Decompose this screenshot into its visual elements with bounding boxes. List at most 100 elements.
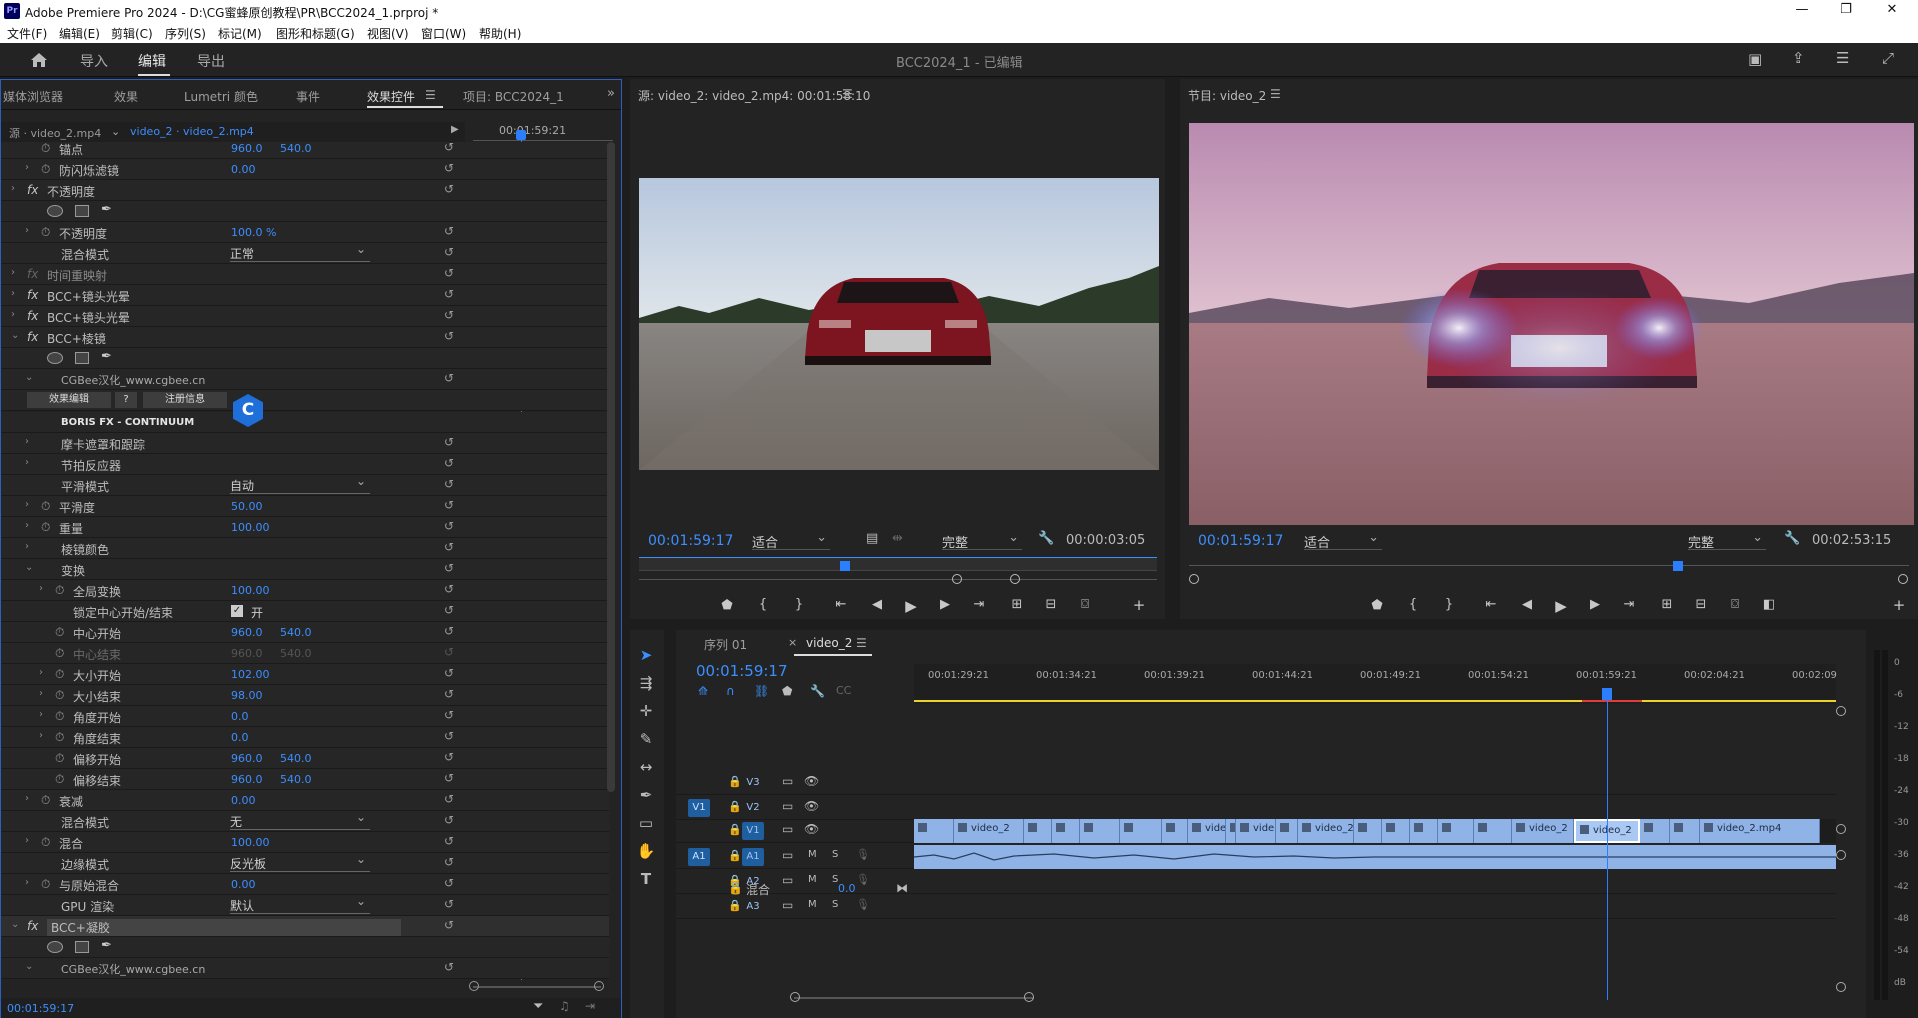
timeline-clip[interactable]: vide [1188,819,1226,843]
a1-audio-clip[interactable] [913,845,1836,869]
effect-row[interactable]: › ⏱ 平滑度 50.00 ↺ [1,496,609,517]
twirl-icon[interactable]: › [25,877,29,888]
drag-audio-icon[interactable]: ⇹ [892,531,903,546]
twirl-icon[interactable]: › [39,709,43,720]
menu-file[interactable]: 文件(F) [7,25,47,42]
step-forward-icon[interactable]: ▶ [936,597,954,612]
add-marker-icon[interactable]: ⬟ [718,598,736,613]
razor-tool-icon[interactable]: ✎ [636,730,656,748]
track-eye-icon[interactable]: 👁 [804,822,819,836]
filter-icon[interactable]: ⏷ [533,999,543,1014]
property-value-y[interactable]: 540.0 [280,647,312,660]
reset-icon[interactable]: ↺ [444,687,454,701]
reset-icon[interactable]: ↺ [444,456,454,470]
reset-icon[interactable]: ↺ [444,729,454,743]
source-fit-dropdown[interactable]: 适合 [752,530,830,551]
effect-row[interactable]: ✒ [1,937,609,958]
tab-edit[interactable]: 编辑 [138,51,166,71]
property-value[interactable]: 0.00 [231,794,256,807]
track-name-button[interactable]: V1 [742,822,764,840]
reset-icon[interactable]: ↺ [444,813,454,827]
timeline-clip[interactable] [1640,819,1670,843]
tab-project[interactable]: 项目: BCC2024_1 [463,88,564,105]
scroll-handle-left[interactable] [469,981,479,991]
rectangle-mask-icon[interactable] [75,352,89,364]
timeline-clip[interactable] [1120,819,1162,843]
snap-icon[interactable]: ∩ [726,684,735,698]
captions-icon[interactable]: CC [836,684,851,697]
fx-badge-icon[interactable]: fx [27,267,38,281]
property-value[interactable]: 100.0 % [231,226,276,239]
track-sync-icon[interactable]: ▭ [782,774,793,788]
reset-icon[interactable]: ↺ [444,855,454,869]
property-value[interactable]: 100.00 [231,584,270,597]
program-menu-icon[interactable]: ☰ [1270,87,1281,101]
source-playhead[interactable] [840,561,850,571]
property-value[interactable]: 960.0 [231,626,263,639]
twirl-icon[interactable]: › [25,835,29,846]
twirl-icon[interactable]: › [25,541,29,552]
reset-icon[interactable]: ↺ [444,142,454,154]
timeline-clip[interactable]: video_2 [1298,819,1354,843]
track-lock-icon[interactable]: 🔒 [728,775,742,788]
timeline-clip[interactable]: vide [1236,819,1276,843]
program-mark-in-icon[interactable]: { [1404,597,1422,612]
twirl-icon[interactable]: › [25,162,29,173]
program-zoom-handle-left[interactable] [1189,574,1199,584]
reset-icon[interactable]: ↺ [444,519,454,533]
timeline-clip[interactable] [1024,819,1052,843]
track-solo-button[interactable]: S [832,899,838,910]
selection-tool-icon[interactable]: ➤ [636,646,656,664]
effect-row[interactable]: › fx BCC+镜头光晕 ↺ [1,285,609,306]
effect-row[interactable]: › ⏱ 角度结束 0.0 ↺ [1,727,609,748]
property-dropdown[interactable]: 自动 [230,474,370,494]
effect-row[interactable]: ✒ [1,201,609,222]
help-button[interactable]: ? [115,392,137,408]
property-value[interactable]: 50.00 [231,500,263,513]
twirl-icon[interactable]: › [25,499,29,510]
stopwatch-icon[interactable]: ⏱ [41,793,50,808]
effect-editor-button[interactable]: 效果编辑 [27,392,111,408]
mini-playhead-handle[interactable] [516,130,526,140]
track-voiceover-icon[interactable]: 🎙 [856,848,870,861]
effect-row[interactable]: › ⏱ 角度开始 0.0 ↺ [1,706,609,727]
reset-icon[interactable]: ↺ [444,540,454,554]
reset-icon[interactable]: ↺ [444,561,454,575]
extract-icon[interactable]: ⊟ [1692,597,1710,612]
step-back-icon[interactable]: ◀ [868,597,886,612]
effect-row[interactable]: › ⏱ 大小开始 102.00 ↺ [1,664,609,685]
reset-icon[interactable]: ↺ [444,582,454,596]
property-value-y[interactable]: 540.0 [280,142,312,155]
stopwatch-icon[interactable]: ⏱ [41,877,50,892]
share-icon[interactable]: ⇪ [1792,49,1805,67]
mix-volume-value[interactable]: 0.0 [838,882,856,895]
pen-mask-icon[interactable]: ✒ [101,349,112,364]
effect-row[interactable]: › ⏱ 大小结束 98.00 ↺ [1,685,609,706]
play-icon[interactable]: ▶ [902,597,920,615]
track-eye-icon[interactable]: 👁 [804,799,819,813]
source-zoom-handle-right[interactable] [1010,574,1020,584]
timeline-playhead-handle[interactable] [1602,688,1612,700]
track-lock-icon[interactable]: 🔒 [728,800,742,813]
property-value[interactable]: 0.00 [231,878,256,891]
quick-export-icon[interactable]: ▣ [1748,50,1762,68]
stopwatch-icon[interactable]: ⏱ [41,142,50,156]
effect-row[interactable]: 混合模式 正常 ↺ [1,242,609,264]
menu-edit[interactable]: 编辑(E) [59,25,100,42]
reset-icon[interactable]: ↺ [444,897,454,911]
stopwatch-icon[interactable]: ⏱ [55,730,64,745]
twirl-icon[interactable]: › [11,183,15,194]
timeline-menu-icon[interactable]: ☰ [856,636,867,650]
close-icon[interactable]: ✕ [1872,2,1912,17]
effect-row[interactable]: ⌄ fx BCC+棱镜 ↺ [1,327,609,348]
insert-icon[interactable]: ⊞ [1008,597,1026,612]
track-mute-button[interactable]: M [808,849,817,860]
timeline-clip[interactable] [1438,819,1474,843]
hscroll-handle-left[interactable] [790,992,800,1002]
reset-icon[interactable]: ↺ [444,603,454,617]
twirl-icon[interactable]: › [25,225,29,236]
effect-row[interactable]: › 棱镜颜色 ↺ [1,538,609,559]
program-step-back-icon[interactable]: ◀ [1518,597,1536,612]
workspace-menu-icon[interactable]: ☰ [1836,49,1849,67]
track-sync-icon[interactable]: ▭ [782,898,793,912]
